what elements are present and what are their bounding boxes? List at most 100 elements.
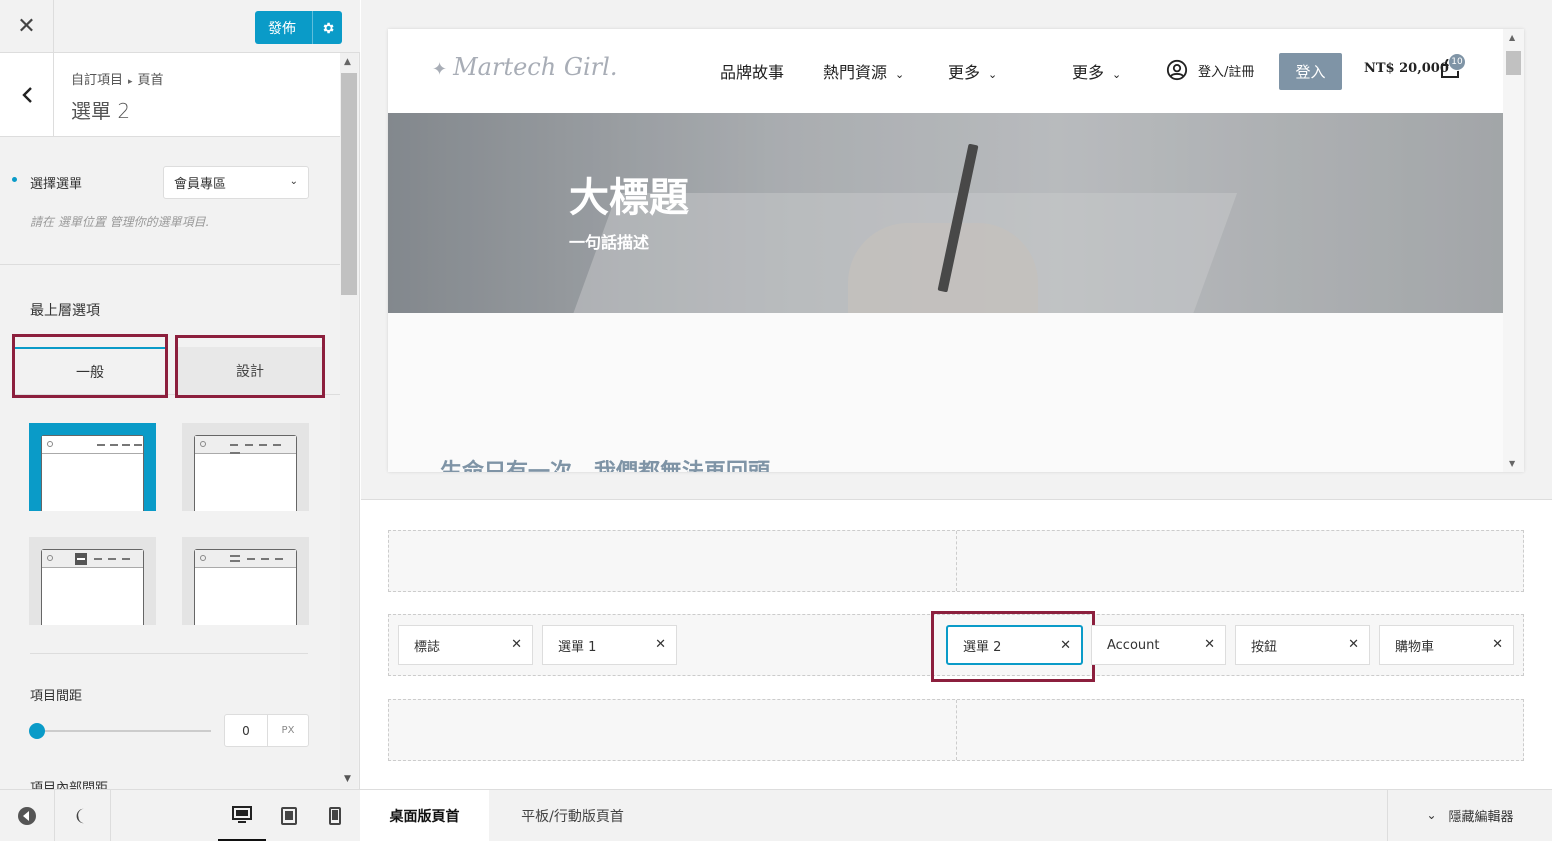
breadcrumb: 自訂項目 ▸ 頁首 <box>71 69 164 88</box>
site-logo[interactable]: ✦ Martech Girl. <box>432 53 617 81</box>
remove-icon[interactable]: ✕ <box>655 637 666 652</box>
spacing-value[interactable]: 0 <box>225 715 268 746</box>
desktop-icon <box>232 805 252 823</box>
breadcrumb-item: 頁首 <box>137 73 164 88</box>
section-header: 自訂項目 ▸ 頁首 選單 2 <box>0 53 340 137</box>
device-mobile-button[interactable] <box>312 790 358 841</box>
close-icon: ✕ <box>17 14 36 39</box>
back-button[interactable] <box>0 53 54 137</box>
remove-icon[interactable]: ✕ <box>1204 637 1215 652</box>
tab-tablet-mobile-header[interactable]: 平板/行動版頁首 <box>489 790 656 841</box>
highlight-box <box>931 611 1095 682</box>
site-preview: ✦ Martech Girl. 品牌故事 熱門資源 ⌄ 更多 ⌄ 更多 ⌄ 登入/註冊 … <box>388 29 1524 472</box>
nav-label: 更多 <box>948 63 981 82</box>
hero-subtitle: 一句話描述 <box>569 233 650 252</box>
builder-row-bottom[interactable] <box>388 699 1524 761</box>
scroll-down-icon[interactable]: ▼ <box>344 774 351 784</box>
breadcrumb-item: 自訂項目 <box>71 73 124 88</box>
remove-icon[interactable]: ✕ <box>511 637 522 652</box>
scrollbar-thumb[interactable] <box>1506 51 1521 75</box>
preview-scrollbar[interactable]: ▲ ▼ <box>1503 29 1524 472</box>
dark-mode-button[interactable] <box>54 790 110 841</box>
chevron-down-icon: ⌄ <box>988 68 998 81</box>
layout-preview <box>194 549 297 625</box>
section-title: 選單 2 <box>71 99 131 123</box>
hide-editor-button[interactable]: ⌄ 隱藏編輯器 <box>1387 789 1552 841</box>
highlight-box <box>175 335 325 398</box>
top-options-label: 最上層選項 <box>30 303 100 319</box>
moon-icon <box>76 808 84 824</box>
sparkle-icon: ✦ <box>432 59 448 80</box>
login-register-label: 登入/註冊 <box>1198 64 1255 80</box>
nav-item[interactable]: 更多 ⌄ <box>1072 59 1121 83</box>
nav-item[interactable]: 品牌故事 <box>720 59 784 83</box>
logo-text: Martech Girl. <box>453 53 618 81</box>
builder-item-menu1[interactable]: 選單 1 ✕ <box>542 625 677 665</box>
scrollbar-thumb[interactable] <box>341 73 357 295</box>
site-body: 生命只有一次，我們都無法再回頭 <box>388 313 1503 472</box>
collapse-button[interactable] <box>0 790 54 841</box>
publish-button[interactable]: 發佈 <box>255 11 342 44</box>
publish-label[interactable]: 發佈 <box>255 11 313 44</box>
layout-option-1[interactable] <box>29 423 156 511</box>
menu-select-hint: 請在 選單位置 管理你的選單項目. <box>30 215 210 229</box>
gear-icon[interactable] <box>313 21 342 35</box>
play-back-icon <box>18 807 36 825</box>
spacing-slider-handle[interactable] <box>29 723 45 739</box>
layout-preview <box>41 549 144 625</box>
nav-label: 品牌故事 <box>720 63 785 82</box>
builder-item-button[interactable]: 按鈕 ✕ <box>1235 625 1370 665</box>
tab-desktop-header[interactable]: 桌面版頁首 <box>360 790 489 841</box>
quote-heading: 生命只有一次，我們都無法再回頭 <box>440 454 770 472</box>
sidebar-footer <box>0 789 360 841</box>
hero-overlay <box>388 113 1503 313</box>
setting-dot-icon <box>12 177 17 182</box>
builder-row-top[interactable] <box>388 530 1524 592</box>
builder-tabs: 桌面版頁首 平板/行動版頁首 <box>360 789 1552 841</box>
login-button[interactable]: 登入 <box>1279 53 1342 90</box>
scroll-up-icon[interactable]: ▲ <box>1509 33 1515 42</box>
customizer-topbar: ✕ 發佈 <box>0 0 360 53</box>
breadcrumb-separator: ▸ <box>128 77 133 87</box>
divider <box>30 653 308 654</box>
scroll-down-icon[interactable]: ▼ <box>1509 459 1515 468</box>
builder-item-label: Account <box>1107 637 1160 653</box>
spacing-input[interactable]: 0 PX <box>224 714 309 747</box>
hero-title: 大標題 <box>569 175 689 221</box>
menu-select-value: 會員專區 <box>174 177 227 192</box>
spacing-slider-track[interactable] <box>37 730 211 732</box>
remove-icon[interactable]: ✕ <box>1348 637 1359 652</box>
nav-label: 更多 <box>1072 63 1105 82</box>
layout-option-2[interactable] <box>182 423 309 511</box>
chevron-down-icon: ⌄ <box>1112 68 1122 81</box>
chevron-down-icon: ⌄ <box>1426 808 1437 822</box>
layout-preview <box>194 435 297 511</box>
chevron-down-icon: ⌄ <box>895 68 905 81</box>
spacing-label: 項目間距 <box>30 689 83 704</box>
builder-item-account[interactable]: Account ✕ <box>1091 625 1226 665</box>
builder-item-cart[interactable]: 購物車 ✕ <box>1379 625 1514 665</box>
nav-item[interactable]: 熱門資源 ⌄ <box>823 59 904 83</box>
highlight-box <box>12 334 168 398</box>
divider <box>110 790 111 841</box>
device-tablet-button[interactable] <box>266 790 312 841</box>
builder-item-label: 購物車 <box>1395 639 1435 655</box>
tablet-icon <box>281 807 297 825</box>
close-button[interactable]: ✕ <box>0 0 54 53</box>
spacing-unit: PX <box>281 725 295 736</box>
layout-option-3[interactable] <box>29 537 156 625</box>
layout-option-4[interactable] <box>182 537 309 625</box>
remove-icon[interactable]: ✕ <box>1492 637 1503 652</box>
mobile-icon <box>329 807 341 825</box>
menu-select-dropdown[interactable]: 會員專區 ⌄ <box>163 166 309 199</box>
hero-banner: 大標題 一句話描述 <box>388 113 1503 313</box>
nav-item[interactable]: 更多 ⌄ <box>948 59 997 83</box>
inner-spacing-label: 項目內部間距 <box>30 781 109 789</box>
builder-item-logo[interactable]: 標誌 ✕ <box>398 625 533 665</box>
login-register-link[interactable]: 登入/註冊 <box>1166 59 1254 81</box>
device-desktop-button[interactable] <box>218 790 266 841</box>
scroll-up-icon[interactable]: ▲ <box>344 57 351 67</box>
sidebar-scrollbar[interactable]: ▲ ▼ <box>340 53 358 788</box>
builder-item-label: 標誌 <box>414 639 441 655</box>
hide-editor-label: 隱藏編輯器 <box>1448 809 1514 825</box>
